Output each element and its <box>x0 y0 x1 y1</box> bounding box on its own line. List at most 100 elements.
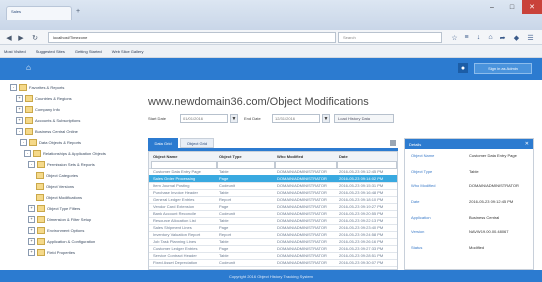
start-date-dropdown-icon[interactable]: ▼ <box>230 114 238 123</box>
end-date-dropdown-icon[interactable]: ▼ <box>322 114 330 123</box>
details-panel: Details ✕ Object Name Customer Data Entry… <box>404 138 534 270</box>
table-cell: Customer Ledger Entries <box>153 246 198 251</box>
browser-tab[interactable]: Sales <box>6 6 72 20</box>
collapse-icon[interactable]: - <box>28 161 35 168</box>
expand-icon[interactable]: + <box>28 205 35 212</box>
tree-item[interactable]: - Favorites & Reports <box>10 84 64 91</box>
table-cell: Table <box>219 190 229 195</box>
tree-item-label: Accounts & Subscriptions <box>35 118 81 123</box>
minimize-button[interactable]: – <box>482 0 502 14</box>
forward-icon[interactable]: ▶ <box>16 32 26 43</box>
table-cell: Table <box>219 218 229 223</box>
tree-item[interactable]: + Object Type Filters <box>28 205 80 212</box>
menu-icon[interactable]: ☰ <box>526 33 535 42</box>
app-logo-icon: ⌂ <box>26 63 31 72</box>
bookmarks-bar: Most Visited Suggested Sites Getting Sta… <box>0 45 542 58</box>
back-icon[interactable]: ◀ <box>4 32 14 43</box>
bookmark-item[interactable]: Most Visited <box>4 49 26 54</box>
detail-label: Date <box>411 199 420 204</box>
status-text: Copyright 2016 Object History Tracking S… <box>228 273 314 279</box>
load-history-button[interactable]: Load History Data <box>334 114 394 123</box>
table-row[interactable]: Fixed Asset Depreciation Codeunit DOMAIN\A… <box>149 259 397 267</box>
start-date-field[interactable]: 01/01/2016 <box>180 114 228 123</box>
tree-item-label: Permission Sets & Reports <box>47 162 95 167</box>
bookmark-item[interactable]: Suggested Sites <box>36 49 65 54</box>
tree-item[interactable]: Object Modifications <box>36 194 82 201</box>
tree-item[interactable]: - Data Objects & Reports <box>20 139 81 146</box>
table-cell: Table <box>219 253 229 258</box>
tree-item-label: Application & Configuration <box>47 239 96 244</box>
table-cell: DOMAIN\ADMINISTRATOR <box>277 260 327 265</box>
tree-item-label: Countries & Regions <box>35 96 72 101</box>
extension-icon[interactable]: ◆ <box>512 33 521 42</box>
refresh-icon[interactable]: ↻ <box>30 32 40 43</box>
collapse-icon[interactable]: - <box>10 84 17 91</box>
search-input[interactable]: Search <box>338 32 442 43</box>
column-header[interactable]: Date <box>339 154 348 159</box>
column-header[interactable]: Who Modified <box>277 154 303 159</box>
close-icon[interactable]: ✕ <box>525 141 529 147</box>
column-header[interactable]: Object Type <box>219 154 242 159</box>
expand-icon[interactable]: + <box>16 95 23 102</box>
tree-item[interactable]: - Business Central Online <box>16 128 78 135</box>
bookmark-item[interactable]: Getting Started <box>75 49 102 54</box>
table-cell: DOMAIN\ADMINISTRATOR <box>277 204 327 209</box>
collapse-icon[interactable]: - <box>20 139 27 146</box>
folder-icon <box>25 117 33 124</box>
notification-icon[interactable]: ● <box>458 63 468 73</box>
column-header[interactable]: Object Name <box>153 154 177 159</box>
folder-icon <box>37 238 45 245</box>
collapse-icon[interactable]: - <box>16 128 23 135</box>
expand-icon[interactable]: + <box>16 106 23 113</box>
table-cell: Item Journal Posting <box>153 183 190 188</box>
table-cell: Purchase Invoice Header <box>153 190 198 195</box>
tree-item[interactable]: + Company Info <box>16 106 60 113</box>
expand-icon[interactable]: + <box>28 216 35 223</box>
download-icon[interactable]: ↓ <box>474 33 483 42</box>
tree-item[interactable]: - Permission Sets & Reports <box>28 161 95 168</box>
table-cell: Table <box>219 239 229 244</box>
table-cell: Codeunit <box>219 183 236 188</box>
expand-icon[interactable]: + <box>28 238 35 245</box>
detail-value: NAVW19.00.00.48067 <box>469 229 509 234</box>
expand-icon[interactable]: + <box>16 117 23 124</box>
tree-item[interactable]: + Environment Options <box>28 227 84 234</box>
tab-object-grid[interactable]: Object Grid <box>180 138 214 148</box>
star-icon[interactable]: ☆ <box>450 33 459 42</box>
end-date-field[interactable]: 12/31/2016 <box>272 114 320 123</box>
tree-item[interactable]: - Relationships & Application Objects <box>24 150 106 157</box>
expand-icon[interactable]: + <box>28 249 35 256</box>
grid-options-icon[interactable] <box>390 140 396 146</box>
close-window-button[interactable]: ✕ <box>522 0 542 14</box>
account-button[interactable]: Sign in as Admin <box>474 63 532 74</box>
tree-item[interactable]: + Countries & Regions <box>16 95 72 102</box>
maximize-button[interactable]: □ <box>502 0 522 14</box>
expand-icon[interactable]: + <box>28 227 35 234</box>
table-cell: Service Contract Header <box>153 253 197 258</box>
tree-item[interactable]: + Field Properties <box>28 249 75 256</box>
collapse-icon[interactable]: - <box>24 150 31 157</box>
tree-item-label: Business Central Online <box>35 129 78 134</box>
reading-list-icon[interactable]: ≡ <box>462 33 471 42</box>
tree-item[interactable]: Object Versions <box>36 183 74 190</box>
tab-data-grid[interactable]: Data Grid <box>148 138 178 148</box>
address-bar[interactable]: localhost/Timezone <box>48 32 336 43</box>
share-icon[interactable]: ➦ <box>498 33 507 42</box>
new-tab-button[interactable]: + <box>76 8 88 19</box>
tree-item[interactable]: + Dimension & Filter Setup <box>28 216 91 223</box>
table-cell: Bank Account Reconcile <box>153 211 197 216</box>
folder-icon <box>25 95 33 102</box>
table-cell: Page <box>219 176 229 181</box>
detail-label: Status <box>411 245 423 250</box>
detail-value: Modified <box>469 245 485 250</box>
table-cell: Fixed Asset Depreciation <box>153 260 198 265</box>
table-cell: 2016-05-23 09:12:45 PM <box>339 169 384 174</box>
table-cell: Inventory Valuation Report <box>153 232 201 237</box>
detail-value: Business Central <box>469 215 500 220</box>
tree-item[interactable]: + Accounts & Subscriptions <box>16 117 80 124</box>
home-icon[interactable]: ⌂ <box>486 33 495 42</box>
table-cell: Report <box>219 232 232 237</box>
bookmark-item[interactable]: Web Slice Gallery <box>112 49 144 54</box>
tree-item[interactable]: Object Categories <box>36 172 78 179</box>
tree-item[interactable]: + Application & Configuration <box>28 238 95 245</box>
